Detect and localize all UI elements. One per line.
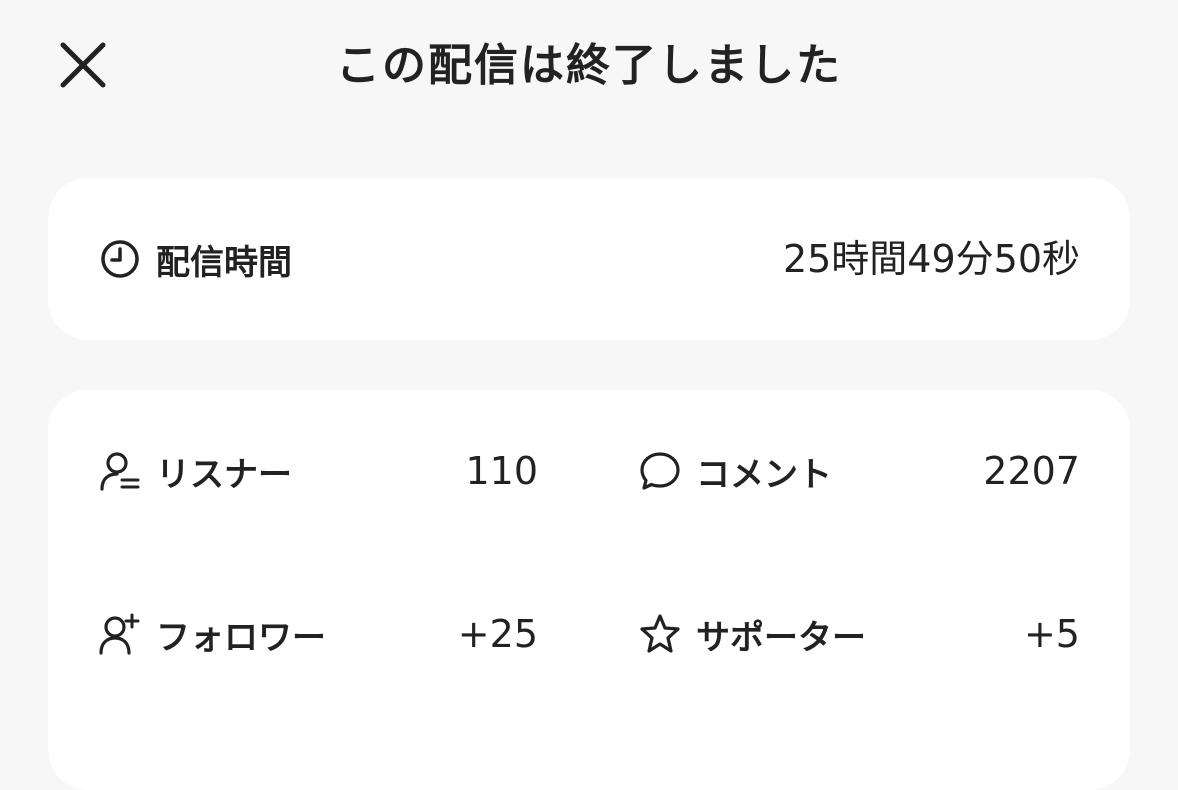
header: この配信は終了しました [0, 0, 1178, 130]
stat-comment: コメント [638, 441, 832, 501]
stat-supporter-value: +5 [1023, 612, 1080, 656]
add-follower-icon [98, 612, 142, 656]
stat-comment-label: コメント [696, 454, 832, 495]
stat-listener-label: リスナー [156, 454, 292, 495]
clock-icon [98, 237, 142, 281]
stats-card: リスナー 110 コメント 2207 フォロワー +25 サポーター +5 [48, 390, 1130, 790]
stat-listener-value: 110 [465, 449, 538, 493]
stat-comment-value: 2207 [983, 449, 1080, 493]
stat-listener: リスナー [98, 441, 292, 501]
duration-card: 配信時間 25時間49分50秒 [48, 178, 1130, 340]
stat-supporter: サポーター [638, 604, 866, 664]
duration-label: 配信時間 [156, 242, 292, 283]
stat-follower-value: +25 [457, 612, 538, 656]
duration-value: 25時間49分50秒 [782, 237, 1080, 281]
duration-row: 配信時間 [98, 229, 292, 289]
listener-icon [98, 449, 142, 493]
page-title: この配信は終了しました [336, 40, 842, 91]
stat-supporter-label: サポーター [696, 617, 866, 658]
stat-follower-label: フォロワー [156, 617, 326, 658]
stat-follower: フォロワー [98, 604, 326, 664]
star-icon [638, 612, 682, 656]
comment-icon [638, 449, 682, 493]
